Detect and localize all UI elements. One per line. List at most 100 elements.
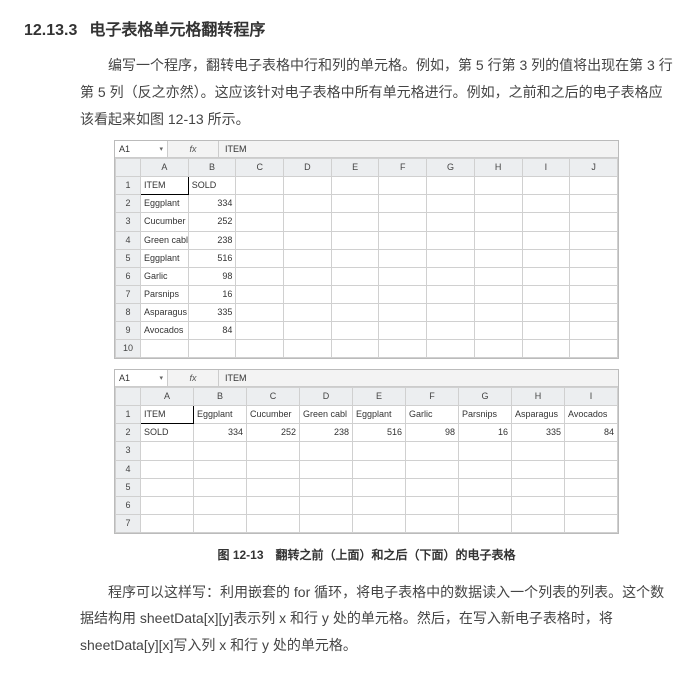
- col-header-F[interactable]: F: [379, 159, 427, 177]
- cell[interactable]: [284, 231, 332, 249]
- cell[interactable]: [331, 195, 379, 213]
- col-header-E[interactable]: E: [331, 159, 379, 177]
- cell[interactable]: Cucumber: [247, 406, 300, 424]
- cell[interactable]: [570, 249, 618, 267]
- col-header-J[interactable]: J: [570, 159, 618, 177]
- cell[interactable]: [570, 177, 618, 195]
- cell[interactable]: 98: [406, 424, 459, 442]
- cell[interactable]: [331, 340, 379, 358]
- cell[interactable]: [379, 267, 427, 285]
- row-header[interactable]: 3: [116, 442, 141, 460]
- cell[interactable]: [427, 231, 475, 249]
- cell[interactable]: [247, 442, 300, 460]
- cell[interactable]: [236, 267, 284, 285]
- cell[interactable]: 238: [300, 424, 353, 442]
- cell[interactable]: [300, 496, 353, 514]
- cell[interactable]: [300, 514, 353, 532]
- cell[interactable]: 516: [353, 424, 406, 442]
- cell[interactable]: Green cabl: [300, 406, 353, 424]
- cell[interactable]: [406, 496, 459, 514]
- cell[interactable]: [570, 322, 618, 340]
- cell[interactable]: [522, 231, 570, 249]
- cell[interactable]: [284, 195, 332, 213]
- cell[interactable]: [141, 496, 194, 514]
- row-header[interactable]: 1: [116, 406, 141, 424]
- cell[interactable]: [522, 249, 570, 267]
- cell[interactable]: [188, 340, 236, 358]
- cell[interactable]: [474, 340, 522, 358]
- cell[interactable]: [427, 322, 475, 340]
- cell[interactable]: Garlic: [141, 267, 189, 285]
- cell[interactable]: [474, 195, 522, 213]
- cell[interactable]: [284, 285, 332, 303]
- cell[interactable]: Parsnips: [459, 406, 512, 424]
- cell[interactable]: [570, 285, 618, 303]
- cell[interactable]: [474, 322, 522, 340]
- cell[interactable]: [474, 177, 522, 195]
- cell[interactable]: [247, 514, 300, 532]
- cell[interactable]: [459, 460, 512, 478]
- cell[interactable]: [379, 285, 427, 303]
- cell[interactable]: 252: [247, 424, 300, 442]
- col-header-D[interactable]: D: [300, 388, 353, 406]
- cell[interactable]: [331, 249, 379, 267]
- cell[interactable]: [331, 285, 379, 303]
- cell[interactable]: [300, 460, 353, 478]
- col-header-C[interactable]: C: [236, 159, 284, 177]
- cell[interactable]: [194, 460, 247, 478]
- cell[interactable]: Eggplant: [141, 249, 189, 267]
- row-header[interactable]: 4: [116, 460, 141, 478]
- row-header[interactable]: 3: [116, 213, 141, 231]
- name-box[interactable]: A1 ▾: [115, 370, 168, 386]
- cell[interactable]: [474, 231, 522, 249]
- cell[interactable]: [194, 496, 247, 514]
- cell[interactable]: [379, 249, 427, 267]
- cell[interactable]: [379, 231, 427, 249]
- cell[interactable]: [474, 267, 522, 285]
- cell[interactable]: 335: [512, 424, 565, 442]
- grid-after[interactable]: ABCDEFGHI1ITEMEggplantCucumberGreen cabl…: [115, 387, 618, 533]
- cell[interactable]: [236, 285, 284, 303]
- row-header[interactable]: 5: [116, 478, 141, 496]
- cell[interactable]: [141, 460, 194, 478]
- cell[interactable]: 84: [188, 322, 236, 340]
- corner-cell[interactable]: [116, 388, 141, 406]
- cell[interactable]: [141, 340, 189, 358]
- cell[interactable]: [427, 303, 475, 321]
- cell[interactable]: [522, 285, 570, 303]
- cell[interactable]: [247, 478, 300, 496]
- cell[interactable]: [459, 496, 512, 514]
- cell[interactable]: [522, 177, 570, 195]
- cell[interactable]: [284, 322, 332, 340]
- cell[interactable]: [331, 213, 379, 231]
- cell[interactable]: [141, 514, 194, 532]
- cell[interactable]: [236, 213, 284, 231]
- cell[interactable]: [427, 267, 475, 285]
- cell[interactable]: [194, 442, 247, 460]
- col-header-A[interactable]: A: [141, 388, 194, 406]
- cell[interactable]: [570, 195, 618, 213]
- col-header-A[interactable]: A: [141, 159, 189, 177]
- cell[interactable]: [353, 496, 406, 514]
- cell[interactable]: [379, 322, 427, 340]
- cell[interactable]: [427, 285, 475, 303]
- fx-label[interactable]: fx: [168, 141, 219, 157]
- cell[interactable]: Eggplant: [141, 195, 189, 213]
- cell[interactable]: [353, 478, 406, 496]
- cell[interactable]: [565, 514, 618, 532]
- cell[interactable]: [194, 514, 247, 532]
- cell[interactable]: 16: [188, 285, 236, 303]
- cell[interactable]: Eggplant: [353, 406, 406, 424]
- cell[interactable]: [379, 340, 427, 358]
- col-header-I[interactable]: I: [565, 388, 618, 406]
- cell[interactable]: [379, 303, 427, 321]
- cell[interactable]: [379, 213, 427, 231]
- row-header[interactable]: 8: [116, 303, 141, 321]
- row-header[interactable]: 6: [116, 496, 141, 514]
- row-header[interactable]: 2: [116, 195, 141, 213]
- row-header[interactable]: 7: [116, 514, 141, 532]
- cell[interactable]: 98: [188, 267, 236, 285]
- col-header-G[interactable]: G: [459, 388, 512, 406]
- col-header-B[interactable]: B: [194, 388, 247, 406]
- row-header[interactable]: 9: [116, 322, 141, 340]
